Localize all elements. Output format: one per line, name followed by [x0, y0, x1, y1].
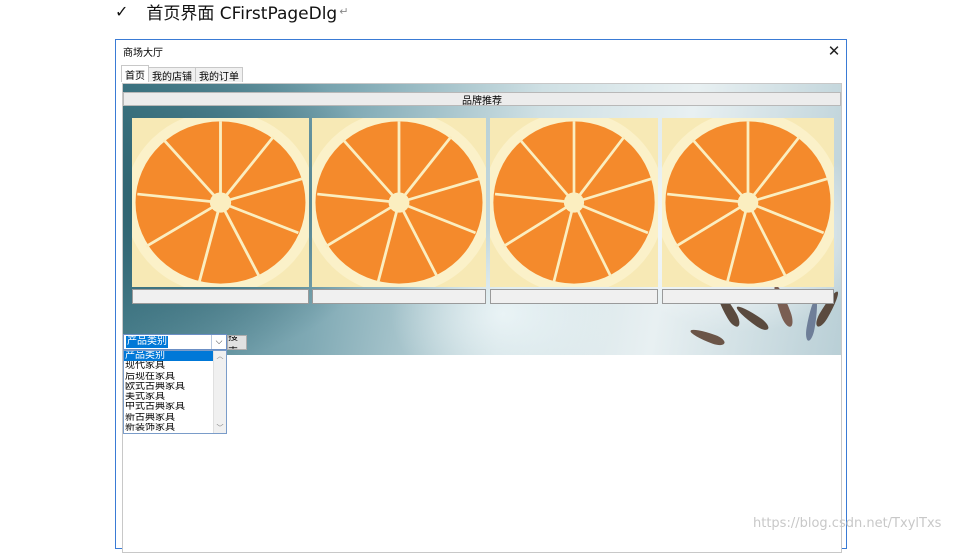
- home-tab-panel: 品牌推荐 产品类别 ⌵ 搜 产品类别 现代家具 后现在家具 欧式古典家具 美式家…: [122, 83, 842, 553]
- brand-label-1[interactable]: [132, 289, 309, 304]
- brand-image-4[interactable]: [662, 118, 834, 287]
- brand-image-3[interactable]: [490, 118, 658, 287]
- paragraph-mark-icon: ↵: [339, 4, 349, 18]
- dropdown-option[interactable]: 中式古典家具: [124, 402, 226, 412]
- tab-my-store[interactable]: 我的店铺: [148, 67, 196, 83]
- dropdown-option[interactable]: 现代家具: [124, 361, 226, 371]
- brand-image-2[interactable]: [312, 118, 486, 287]
- tab-label: 我的订单: [199, 71, 239, 83]
- brand-label-3[interactable]: [490, 289, 658, 304]
- orange-slice-icon: [132, 118, 309, 287]
- orange-slice-icon: [490, 118, 658, 287]
- document-heading: ✓ 首页界面 CFirstPageDlg ↵: [115, 0, 349, 24]
- brand-label-4[interactable]: [662, 289, 834, 304]
- brand-image-1[interactable]: [132, 118, 309, 287]
- dropdown-scrollbar[interactable]: ︿ ﹀: [213, 351, 226, 433]
- search-button-label: 搜索: [228, 335, 238, 349]
- brand-label-2[interactable]: [312, 289, 486, 304]
- dropdown-option[interactable]: 后现在家具: [124, 372, 226, 382]
- brand-recommend-bar: 品牌推荐: [123, 92, 841, 107]
- dialog-title: 商场大厅: [123, 47, 163, 59]
- chevron-down-icon[interactable]: ⌵: [211, 335, 226, 349]
- tab-home[interactable]: 首页: [121, 65, 149, 82]
- category-dropdown-list: 产品类别 现代家具 后现在家具 欧式古典家具 美式家具 中式古典家具 新古典家具…: [123, 350, 227, 434]
- mall-lobby-dialog: 商场大厅 ✕ 首页 我的店铺 我的订单 品牌推荐 产品类别 ⌵ 搜 产品类别 现…: [115, 39, 847, 553]
- dropdown-option[interactable]: 产品类别: [124, 351, 213, 362]
- orange-slice-icon: [662, 118, 834, 287]
- tab-label: 首页: [125, 70, 145, 82]
- scroll-down-icon[interactable]: ﹀: [214, 423, 226, 433]
- close-icon[interactable]: ✕: [822, 40, 846, 62]
- dropdown-option[interactable]: 美式家具: [124, 392, 226, 402]
- watermark-text: https://blog.csdn.net/TxylTxs: [753, 516, 942, 531]
- brand-bar-label: 品牌推荐: [462, 95, 502, 107]
- category-combobox[interactable]: 产品类别 ⌵: [123, 334, 227, 350]
- tab-my-orders[interactable]: 我的订单: [195, 67, 243, 83]
- tab-bar: 首页 我的店铺 我的订单: [121, 65, 243, 83]
- heading-text: 首页界面 CFirstPageDlg: [146, 3, 338, 24]
- tab-label: 我的店铺: [152, 71, 192, 83]
- dropdown-option[interactable]: 新古典家具: [124, 413, 226, 423]
- orange-slice-icon: [312, 118, 486, 287]
- dropdown-option[interactable]: 新装饰家具: [124, 423, 226, 433]
- category-combobox-value: 产品类别: [126, 336, 168, 348]
- checkmark-icon: ✓: [115, 1, 129, 21]
- dialog-titlebar: 商场大厅 ✕: [116, 40, 846, 62]
- scroll-up-icon[interactable]: ︿: [214, 351, 226, 361]
- dropdown-option[interactable]: 欧式古典家具: [124, 382, 226, 392]
- search-button[interactable]: 搜索: [227, 335, 247, 350]
